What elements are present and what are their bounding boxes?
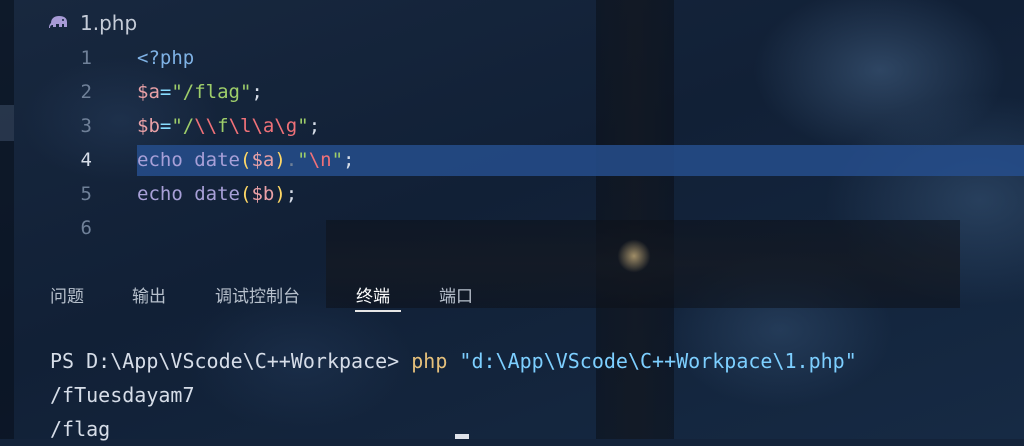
code-token: =	[159, 81, 172, 103]
line-number: 2	[80, 81, 92, 103]
code-line[interactable]: 5 echo date($b);	[0, 177, 1024, 211]
code-token: =	[159, 115, 172, 137]
code-token: "	[297, 149, 309, 171]
code-token: echo	[137, 149, 183, 171]
line-number: 3	[80, 115, 92, 137]
code-line[interactable]: 6	[0, 211, 1024, 245]
code-token: date	[194, 183, 240, 205]
terminal-argument: "d:\App\VScode\C++Workpace\1.php"	[447, 349, 857, 373]
terminal-command-line: PS D:\App\VScode\C++Workpace> php "d:\Ap…	[50, 344, 857, 378]
code-token: <?php	[137, 47, 195, 69]
code-line[interactable]: 1 <?php	[0, 41, 1024, 75]
code-token: "	[331, 149, 344, 171]
tab-debug-console[interactable]: 调试控制台	[215, 282, 300, 307]
code-token: \n	[308, 149, 332, 171]
code-token: $a	[137, 81, 160, 103]
active-tab-underline	[355, 310, 401, 312]
code-token: "/flag"	[171, 81, 252, 103]
code-token: \g	[274, 115, 298, 137]
code-token: \l	[228, 115, 252, 137]
code-text: $a="/flag";	[137, 75, 263, 109]
code-token: date	[194, 149, 240, 171]
terminal-output-line: /fTuesdayam7	[50, 383, 195, 407]
tab-filename: 1.php	[80, 11, 138, 35]
editor-tab[interactable]: 1.php	[48, 8, 137, 38]
terminal-command: php	[411, 349, 448, 373]
code-token: )	[274, 183, 286, 205]
code-line[interactable]: 2 $a="/flag";	[0, 75, 1024, 109]
code-token: $a	[251, 149, 275, 171]
line-number: 6	[80, 217, 92, 239]
code-line[interactable]: 3 $b="/\\f\l\a\g";	[0, 109, 1024, 143]
code-token: f	[217, 115, 229, 137]
terminal-cursor	[455, 434, 469, 439]
code-token: )	[274, 149, 286, 171]
line-number: 4	[80, 149, 92, 171]
code-token: .	[285, 149, 298, 171]
tab-terminal[interactable]: 终端	[356, 282, 390, 307]
code-editor[interactable]: 1 <?php 2 $a="/flag"; 3 $b="/\\f\l\a\g"; 4 echo…	[0, 41, 1024, 257]
line-number: 1	[80, 47, 92, 69]
terminal-output-line: /flag	[50, 417, 111, 441]
code-token: $b	[137, 115, 160, 137]
tab-ports[interactable]: 端口	[439, 282, 473, 307]
code-token: ;	[251, 81, 263, 103]
code-text: echo date($b);	[137, 177, 297, 211]
code-token: (	[239, 183, 252, 205]
code-token: "/	[171, 115, 195, 137]
code-token: echo	[137, 183, 183, 205]
code-text: <?php	[137, 41, 194, 75]
terminal-prompt: PS D:\App\VScode\C++Workpace>	[50, 349, 412, 373]
code-token: $b	[251, 183, 275, 205]
code-token: "	[297, 115, 309, 137]
code-token: \a	[251, 115, 275, 137]
line-number: 5	[80, 183, 92, 205]
code-token: ;	[308, 115, 321, 137]
code-token: ;	[285, 183, 298, 205]
code-token: (	[239, 149, 252, 171]
code-line[interactable]: 4 echo date($a)."\n";	[0, 143, 1024, 177]
code-text: $b="/\\f\l\a\g";	[137, 109, 320, 143]
elephant-icon	[48, 14, 70, 32]
terminal-output[interactable]: PS D:\App\VScode\C++Workpace> php "d:\Ap…	[50, 344, 857, 446]
code-token: ;	[343, 149, 355, 171]
tab-problems[interactable]: 问题	[50, 282, 84, 307]
tab-output[interactable]: 输出	[132, 282, 166, 307]
code-token: \\	[194, 115, 218, 137]
code-text: echo date($a)."\n";	[137, 143, 354, 177]
